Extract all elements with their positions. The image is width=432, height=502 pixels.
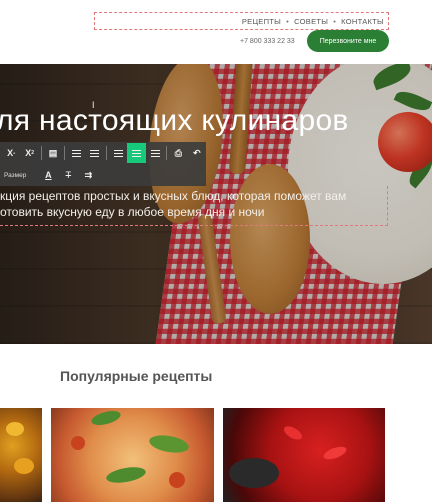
recipe-card-pizza-image[interactable] bbox=[51, 408, 214, 502]
nav-separator: • bbox=[286, 16, 290, 26]
hero-subtitle[interactable]: кция рецептов простых и вкусных блюд, ко… bbox=[0, 188, 346, 220]
font-size-dropdown[interactable]: Размер bbox=[4, 172, 26, 179]
toolbar-divider bbox=[106, 146, 107, 160]
toolbar-divider bbox=[64, 146, 66, 160]
toolbar-row-formatting: X₂ X2 ▤ ⎙ ↶ bbox=[0, 142, 206, 164]
phone-number[interactable]: +7 800 333 22 33 bbox=[240, 38, 295, 45]
toolbar-divider bbox=[166, 146, 168, 160]
undo-icon[interactable]: ↶ bbox=[188, 143, 206, 163]
align-center-icon[interactable] bbox=[127, 143, 146, 163]
hero-subtitle-line: кция рецептов простых и вкусных блюд, ко… bbox=[0, 189, 347, 203]
subscript-icon[interactable]: X₂ bbox=[2, 143, 20, 163]
pepper-piece bbox=[322, 444, 348, 462]
popular-recipes-heading: Популярные рецепты bbox=[60, 368, 213, 384]
paste-text-icon[interactable]: ▤ bbox=[44, 143, 62, 163]
print-icon[interactable]: ⎙ bbox=[169, 143, 187, 163]
top-nav: РЕЦЕПТЫ • СОВЕТЫ • КОНТАКТЫ bbox=[94, 12, 389, 30]
basil-leaf bbox=[147, 432, 191, 456]
tomato-slice bbox=[71, 436, 85, 450]
nav-link-recipes[interactable]: РЕЦЕПТЫ bbox=[242, 17, 281, 26]
food-detail bbox=[6, 422, 24, 436]
site-header: РЕЦЕПТЫ • СОВЕТЫ • КОНТАКТЫ +7 800 333 2… bbox=[0, 0, 432, 64]
basil-leaf bbox=[89, 408, 123, 428]
toolbar-row-font: Размер A T ⇉ bbox=[0, 164, 206, 186]
tomato-slice bbox=[169, 472, 185, 488]
strikethrough-icon[interactable]: T bbox=[58, 165, 78, 185]
font-color-icon[interactable]: A bbox=[38, 165, 58, 185]
text-editor-toolbar: X₂ X2 ▤ ⎙ ↶ Размер A T ⇉ bbox=[0, 142, 206, 186]
food-detail bbox=[14, 458, 34, 474]
basil-leaf bbox=[105, 464, 147, 486]
unordered-list-icon[interactable] bbox=[86, 143, 104, 163]
nav-separator: • bbox=[333, 16, 337, 26]
toolbar-divider bbox=[40, 146, 42, 160]
align-right-icon[interactable] bbox=[146, 143, 164, 163]
hero-title[interactable]: ля настоящих кулинаров bbox=[0, 104, 349, 138]
recipe-card-peppers-image[interactable] bbox=[223, 408, 385, 502]
align-left-icon[interactable] bbox=[109, 143, 127, 163]
recipe-card-image[interactable] bbox=[0, 408, 42, 502]
callback-button[interactable]: Перезвоните мне bbox=[307, 30, 389, 52]
pepper-piece bbox=[281, 423, 305, 443]
bowl bbox=[229, 458, 279, 488]
remove-format-icon[interactable]: ⇉ bbox=[78, 165, 98, 185]
nav-link-tips[interactable]: СОВЕТЫ bbox=[294, 17, 328, 26]
superscript-icon[interactable]: X2 bbox=[20, 143, 38, 163]
ordered-list-icon[interactable] bbox=[67, 143, 85, 163]
nav-link-contacts[interactable]: КОНТАКТЫ bbox=[341, 17, 384, 26]
hero-subtitle-line: отовить вкусную еду в любое время дня и … bbox=[0, 205, 265, 219]
hero-banner: I ля настоящих кулинаров X₂ X2 ▤ ⎙ ↶ Раз… bbox=[0, 64, 432, 344]
